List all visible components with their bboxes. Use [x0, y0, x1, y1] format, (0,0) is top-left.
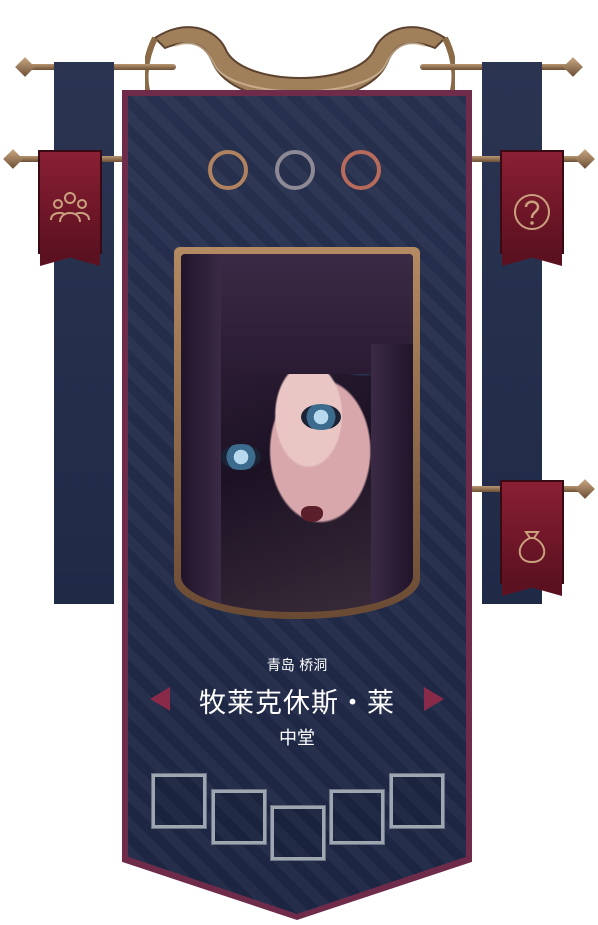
right-flag-finial-bottom: [575, 479, 595, 499]
character-portrait[interactable]: [181, 254, 413, 612]
help-flag-button[interactable]: [500, 150, 564, 254]
left-side-banner: [54, 62, 114, 604]
status-ring-3[interactable]: [341, 150, 381, 190]
group-icon: [50, 192, 90, 223]
hair-side-left: [181, 254, 221, 612]
right-flag-finial-top: [575, 149, 595, 169]
hair-side-right: [371, 344, 413, 612]
bag-icon: [518, 531, 546, 564]
right-top-finial: [563, 57, 583, 77]
item-slot-2[interactable]: [211, 789, 267, 845]
right-eye: [301, 404, 341, 430]
party-flag-button[interactable]: [38, 150, 102, 254]
item-slot-5[interactable]: [389, 773, 445, 829]
character-role: 中堂: [279, 728, 315, 749]
character-location: 青岛 桥洞: [266, 658, 328, 674]
item-slot-3[interactable]: [270, 805, 326, 861]
item-slot-4[interactable]: [329, 789, 385, 845]
inventory-flag-button[interactable]: [500, 480, 564, 584]
left-top-finial: [15, 57, 35, 77]
character-name: 牧莱克休斯・莱: [199, 688, 395, 719]
mouth: [301, 506, 323, 522]
status-ring-1[interactable]: [208, 150, 248, 190]
status-ring-2[interactable]: [275, 150, 315, 190]
question-icon: [514, 194, 550, 230]
next-character-arrow[interactable]: [424, 687, 444, 711]
item-slot-1[interactable]: [151, 773, 207, 829]
left-eye: [221, 444, 261, 470]
left-flag-finial: [3, 149, 23, 169]
